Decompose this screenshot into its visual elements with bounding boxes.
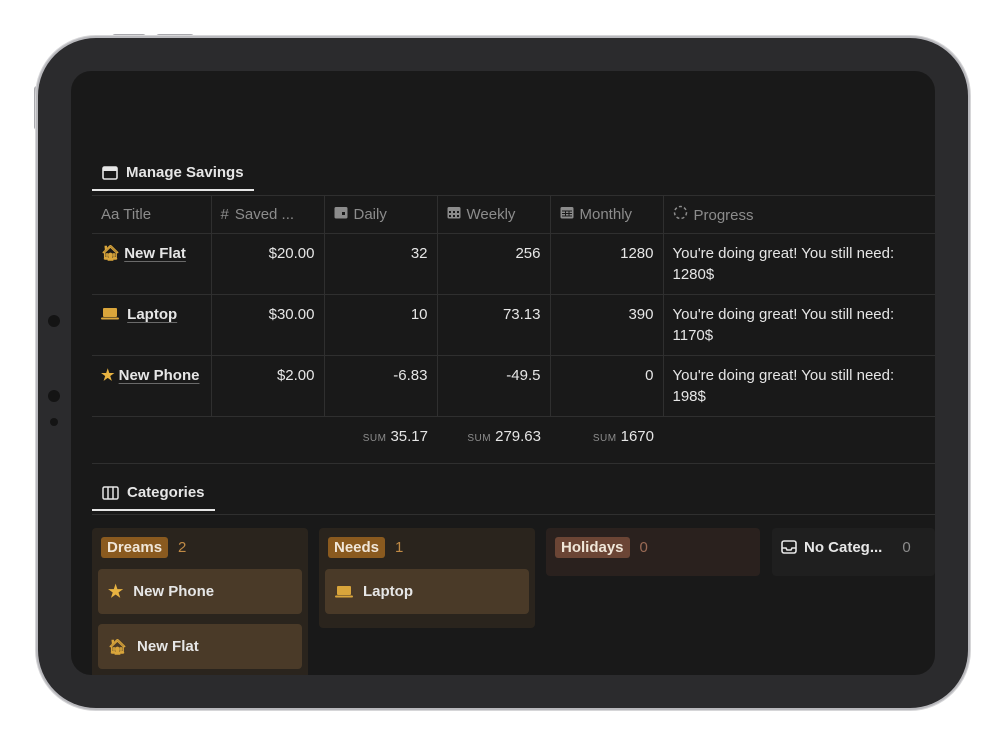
table-row[interactable]: 🏠︎ New Flat $20.00 32 256 1280 You're do… [92, 233, 935, 295]
board-card[interactable]: Laptop [325, 569, 529, 614]
group-count: 0 [902, 538, 911, 556]
cell-weekly[interactable]: 256 [437, 233, 551, 295]
sum-daily[interactable]: SUM 35.17 [324, 416, 437, 464]
savings-table: Aa Title # Saved ... Daily Weekly Monthly… [92, 196, 935, 464]
board-column-no-category: No Categ... 0 [772, 528, 935, 576]
house-icon: 🏠︎ [101, 245, 121, 262]
cell-monthly[interactable]: 0 [550, 355, 664, 417]
sum-monthly[interactable]: SUM 1670 [550, 416, 663, 464]
cell-saved[interactable]: $20.00 [211, 233, 325, 295]
cell-weekly[interactable]: 73.13 [437, 294, 551, 356]
cell-progress[interactable]: You're doing great! You still need: 1170… [663, 294, 935, 356]
board-column-needs: Needs 1 Laptop [319, 528, 535, 628]
cell-daily[interactable]: 32 [324, 233, 438, 295]
table-header-row: Aa Title # Saved ... Daily Weekly Monthly… [92, 196, 935, 234]
tab-label: Categories [127, 484, 205, 501]
board-card[interactable]: ★ New Phone [98, 569, 302, 614]
cell-weekly[interactable]: -49.5 [437, 355, 551, 417]
sensor-dot-small [50, 418, 58, 426]
header-weekly[interactable]: Weekly [437, 196, 551, 234]
header-saved[interactable]: # Saved ... [211, 196, 325, 234]
tab-categories[interactable]: Categories [92, 484, 215, 511]
group-count: 1 [395, 538, 404, 556]
cell-title[interactable]: Laptop [92, 294, 212, 356]
star-icon: ★ [101, 367, 115, 384]
star-icon: ★ [108, 581, 124, 601]
laptop-icon [335, 586, 353, 598]
house-icon: 🏠︎ [108, 638, 128, 656]
sum-cell-empty [663, 416, 935, 464]
text-type-icon: Aa [101, 206, 120, 223]
table-row[interactable]: ★ New Phone $2.00 -6.83 -49.5 0 You're d… [92, 355, 935, 417]
header-progress[interactable]: Progress [663, 196, 935, 234]
group-badge: Holidays [555, 536, 630, 558]
header-monthly[interactable]: Monthly [550, 196, 664, 234]
column-header[interactable]: Needs 1 [325, 535, 529, 559]
tab-underline [92, 189, 254, 191]
cell-progress[interactable]: You're doing great! You still need: 198$ [663, 355, 935, 417]
sum-cell-empty [92, 416, 211, 464]
group-name: No Categ... [804, 538, 883, 556]
sensor-dot [48, 390, 60, 402]
camera-dot [48, 315, 60, 327]
cell-progress[interactable]: You're doing great! You still need: 1280… [663, 233, 935, 295]
group-count: 0 [639, 538, 648, 556]
board-card[interactable]: 🏠︎ New Flat [98, 624, 302, 669]
inbox-icon [781, 540, 797, 554]
cell-saved[interactable]: $2.00 [211, 355, 325, 417]
laptop-icon [101, 308, 119, 320]
tab-underline [92, 509, 215, 511]
group-badge: Needs [328, 536, 386, 558]
divider [92, 514, 935, 515]
column-header[interactable]: Dreams 2 [98, 535, 302, 559]
calendar-icon [102, 166, 118, 180]
column-header[interactable]: Holidays 0 [552, 535, 754, 559]
cell-title[interactable]: 🏠︎ New Flat [92, 233, 212, 295]
cell-monthly[interactable]: 1280 [550, 233, 664, 295]
board-column-holidays: Holidays 0 [546, 528, 760, 576]
formula-loading-icon [673, 205, 687, 220]
header-daily[interactable]: Daily [324, 196, 438, 234]
sum-weekly[interactable]: SUM 279.63 [437, 416, 550, 464]
cell-title[interactable]: ★ New Phone [92, 355, 212, 417]
cell-monthly[interactable]: 390 [550, 294, 664, 356]
table-row[interactable]: Laptop $30.00 10 73.13 390 You're doing … [92, 294, 935, 356]
app-screen: Manage Savings Aa Title # Saved ... Daily [71, 71, 935, 675]
sum-row: SUM 35.17 SUM 279.63 SUM 1670 [92, 416, 935, 464]
tab-manage-savings[interactable]: Manage Savings [92, 164, 254, 191]
sum-cell-empty [211, 416, 324, 464]
tab-label: Manage Savings [126, 164, 244, 181]
number-icon: # [220, 206, 229, 223]
header-title[interactable]: Aa Title [92, 196, 212, 234]
group-count: 2 [178, 538, 187, 556]
board-column-dreams: Dreams 2 ★ New Phone 🏠︎ New Flat [92, 528, 308, 675]
cell-daily[interactable]: 10 [324, 294, 438, 356]
board-icon [102, 485, 119, 500]
column-header[interactable]: No Categ... 0 [778, 535, 929, 559]
calendar-week-icon [447, 207, 460, 219]
cell-daily[interactable]: -6.83 [324, 355, 438, 417]
cell-saved[interactable]: $30.00 [211, 294, 325, 356]
group-badge: Dreams [101, 536, 169, 558]
calendar-day-icon [334, 207, 347, 219]
calendar-month-icon [560, 207, 573, 219]
